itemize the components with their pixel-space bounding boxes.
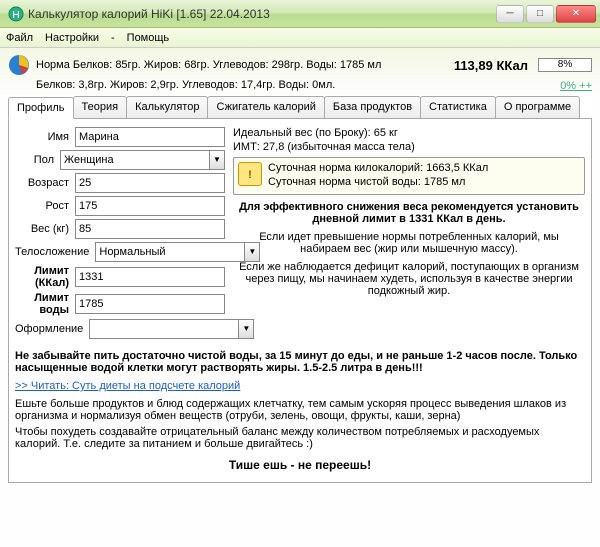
warning-icon: ! (238, 162, 262, 186)
app-icon: H (8, 6, 24, 22)
tab-calculator[interactable]: Калькулятор (126, 96, 208, 118)
water-reminder: Не забывайте пить достаточно чистой воды… (15, 350, 585, 374)
limit-input[interactable] (75, 267, 225, 287)
weight-input[interactable] (75, 219, 225, 239)
menubar: Файл Настройки - Помощь (0, 28, 600, 48)
advice-text: Для эффективного снижения веса рекоменду… (233, 201, 585, 225)
sex-select[interactable] (60, 150, 210, 170)
menu-dash: - (111, 32, 115, 44)
daily-water: Суточная норма чистой воды: 1785 мл (268, 176, 488, 188)
tab-theory[interactable]: Теория (73, 96, 128, 118)
daily-norms-box: ! Суточная норма килокалорий: 1663,5 ККа… (233, 157, 585, 195)
minimize-button[interactable]: ─ (496, 5, 524, 23)
tab-stats[interactable]: Статистика (420, 96, 496, 118)
plus-link[interactable]: 0% ++ (560, 80, 592, 92)
build-select[interactable] (95, 242, 245, 262)
age-label: Возраст (15, 177, 69, 189)
height-input[interactable] (75, 196, 225, 216)
diet-article-link[interactable]: >> Читать: Суть диеты на подсчете калори… (15, 380, 585, 392)
total-kcal: 113,89 ККал (454, 58, 528, 73)
tab-strip: Профиль Теория Калькулятор Сжигатель кал… (8, 96, 592, 119)
profile-info: Идеальный вес (по Броку): 65 кг ИМТ: 27,… (233, 127, 585, 342)
chevron-down-icon[interactable]: ▼ (209, 150, 225, 170)
age-input[interactable] (75, 173, 225, 193)
tab-products[interactable]: База продуктов (324, 96, 421, 118)
window-title: Калькулятор калорий HiKi [1.65] 22.04.20… (28, 7, 496, 21)
skin-select[interactable] (89, 319, 239, 339)
profile-form: Имя Пол ▼ Возраст Рост Вес (кг) Телосложе… (15, 127, 225, 342)
menu-file[interactable]: Файл (6, 32, 33, 44)
info-para-2: Если же наблюдается дефицит калорий, пос… (237, 261, 581, 297)
info-para-1: Если идет превышение нормы потребленных … (237, 231, 581, 255)
water-limit-label: Лимит воды (15, 292, 69, 316)
weight-label: Вес (кг) (15, 223, 69, 235)
titlebar: H Калькулятор калорий HiKi [1.65] 22.04.… (0, 0, 600, 28)
pie-chart-icon (8, 54, 30, 76)
close-button[interactable]: ✕ (556, 5, 596, 23)
menu-settings[interactable]: Настройки (45, 32, 99, 44)
fiber-note: Ешьте больше продуктов и блюд содержащих… (15, 398, 585, 422)
progress-bar: 8% (538, 58, 592, 72)
daily-kcal: Суточная норма килокалорий: 1663,5 ККал (268, 162, 488, 174)
content-area: Норма Белков: 85гр. Жиров: 68гр. Углевод… (0, 48, 600, 547)
tab-profile[interactable]: Профиль (8, 97, 74, 119)
name-label: Имя (15, 131, 69, 143)
consumed-line: Белков: 3,8гр. Жиров: 2,9гр. Углеводов: … (36, 79, 560, 91)
height-label: Рост (15, 200, 69, 212)
ideal-weight: Идеальный вес (по Броку): 65 кг (233, 127, 585, 139)
tab-burner[interactable]: Сжигатель калорий (207, 96, 324, 118)
menu-help[interactable]: Помощь (127, 32, 170, 44)
bmi-line: ИМТ: 27,8 (избыточная масса тела) (233, 141, 585, 153)
tab-about[interactable]: О программе (495, 96, 580, 118)
water-input[interactable] (75, 294, 225, 314)
balance-note: Чтобы похудеть создавайте отрицательный … (15, 426, 585, 450)
limit-label: Лимит (ККал) (15, 265, 69, 289)
slogan: Тише ешь - не переешь! (15, 458, 585, 472)
norms-line: Норма Белков: 85гр. Жиров: 68гр. Углевод… (36, 59, 454, 71)
skin-label: Оформление (15, 323, 83, 335)
sex-label: Пол (15, 154, 54, 166)
build-label: Телосложение (15, 246, 89, 258)
tab-panel-profile: Имя Пол ▼ Возраст Рост Вес (кг) Телосложе… (8, 119, 592, 483)
svg-text:H: H (12, 10, 19, 21)
name-input[interactable] (75, 127, 225, 147)
maximize-button[interactable]: □ (526, 5, 554, 23)
